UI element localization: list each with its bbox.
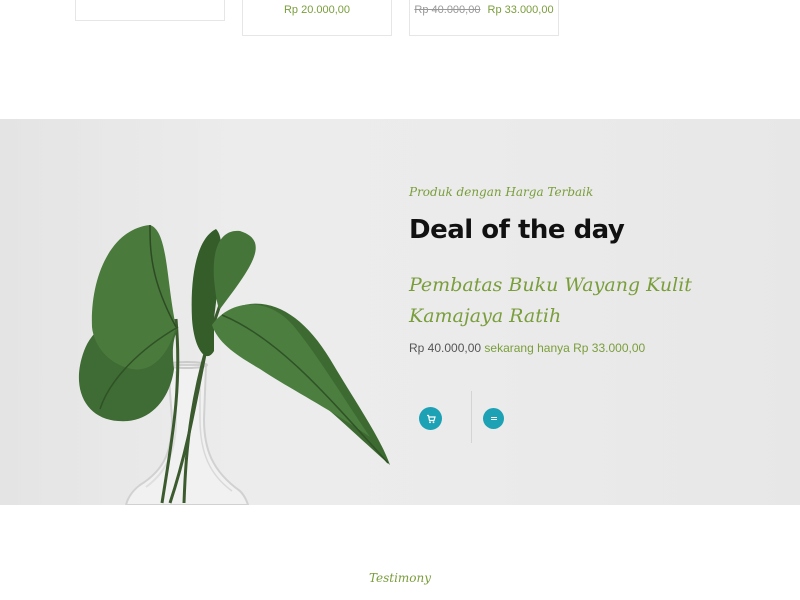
deal-eyebrow: Produk dengan Harga Terbaik (409, 185, 594, 199)
product-price: Rp 33.000,00 (487, 4, 554, 16)
product-price: Rp 20.000,00 (283, 4, 351, 16)
product-card[interactable]: Rp 40.000,00 Rp 33.000,00 (409, 0, 559, 36)
plant-leaves (78, 224, 390, 465)
deal-actions (409, 391, 539, 443)
deal-price-line: Rp 40.000,00 sekarang hanya Rp 33.000,00 (409, 341, 645, 355)
deal-original-price: Rp 40.000,00 (409, 341, 482, 355)
product-price-row: Rp 20.000,00 (243, 4, 391, 16)
testimony-label: Testimony (368, 571, 432, 585)
product-card[interactable]: Rp 20.000,00 (242, 0, 392, 36)
deal-title: Deal of the day (409, 215, 625, 245)
cart-icon (426, 414, 436, 423)
product-grid: Rp 20.000,00 Rp 40.000,00 Rp 33.000,00 (0, 0, 800, 120)
details-button[interactable] (483, 408, 504, 429)
testimony-section: Testimony (0, 505, 800, 600)
product-card[interactable] (75, 0, 225, 21)
plant-in-vase-image (78, 224, 390, 505)
deal-product-name[interactable]: Pembatas Buku Wayang Kulit Kamajaya Rati… (409, 270, 709, 332)
actions-divider (471, 391, 472, 443)
product-old-price: Rp 40.000,00 (414, 4, 481, 16)
menu-icon (490, 416, 497, 420)
deal-of-the-day-section: Produk dengan Harga Terbaik Deal of the … (0, 119, 800, 505)
product-price-row: Rp 40.000,00 Rp 33.000,00 (410, 4, 558, 16)
deal-sale-price: sekarang hanya Rp 33.000,00 (484, 341, 646, 355)
add-to-cart-button[interactable] (419, 407, 442, 430)
